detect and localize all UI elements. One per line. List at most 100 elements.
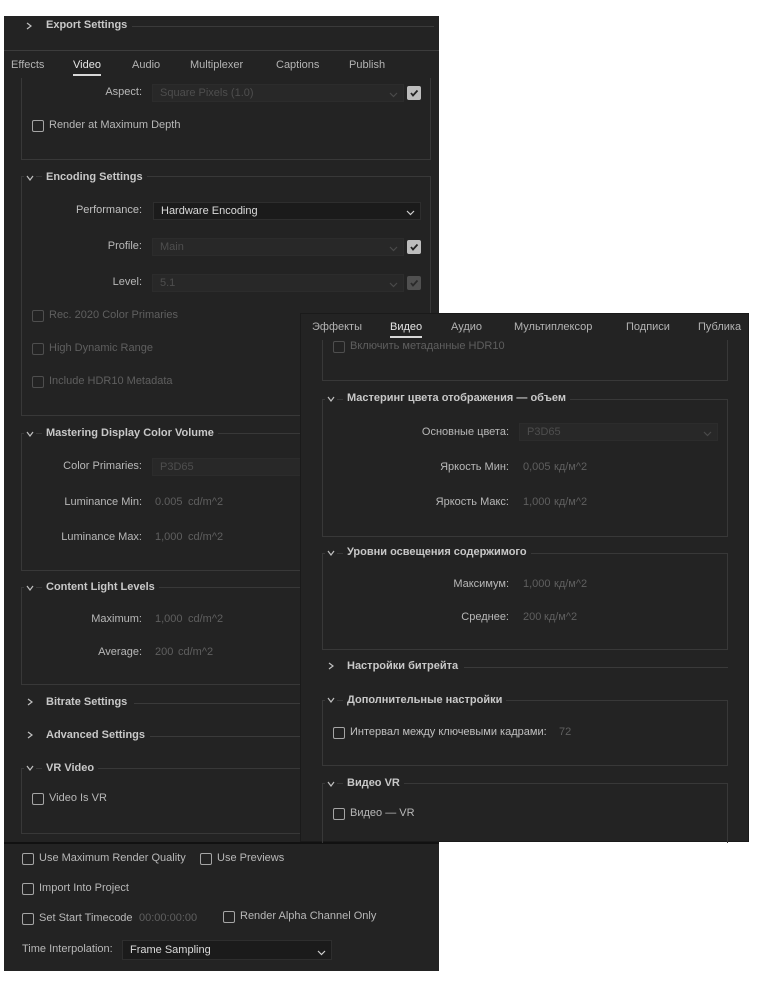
tab-bar: Effects Video Audio Multiplexer Captions…: [4, 52, 439, 78]
bitrate-settings-title[interactable]: Bitrate Settings: [46, 696, 127, 708]
tab-captions[interactable]: Captions: [276, 52, 319, 78]
lum-min-unit: кд/м^2: [554, 461, 588, 473]
performance-label: Performance:: [75, 204, 142, 216]
keyframe-interval-checkbox[interactable]: [333, 727, 345, 739]
average-value[interactable]: 200: [155, 646, 173, 658]
chevron-down-icon[interactable]: [24, 172, 36, 184]
content-light-title[interactable]: Content Light Levels: [42, 581, 159, 593]
tab-audio[interactable]: Аудио: [451, 314, 482, 340]
bitrate-settings-title[interactable]: Настройки битрейта: [347, 660, 458, 672]
vr-video-title[interactable]: VR Video: [42, 762, 99, 774]
set-start-tc-checkbox[interactable]: [22, 913, 34, 925]
chevron-down-icon[interactable]: [325, 547, 337, 559]
export-settings-title[interactable]: Export Settings: [46, 19, 127, 31]
profile-label: Profile:: [107, 240, 142, 252]
hdr10-checkbox[interactable]: [333, 341, 345, 353]
average-unit: кд/м^2: [544, 611, 578, 623]
maximum-value[interactable]: 1,000: [155, 613, 183, 625]
rec2020-label: Rec. 2020 Color Primaries: [49, 309, 178, 321]
tab-multiplexer[interactable]: Multiplexer: [190, 52, 243, 78]
average-label: Average:: [98, 646, 142, 658]
tab-multiplexer[interactable]: Мультиплексор: [514, 314, 592, 340]
lum-max-unit: кд/м^2: [554, 496, 588, 508]
video-vr-checkbox[interactable]: [333, 808, 345, 820]
render-alpha-checkbox[interactable]: [223, 911, 235, 923]
lum-min-value[interactable]: 0,005: [523, 461, 551, 473]
maximum-unit: cd/m^2: [188, 613, 224, 625]
video-is-vr-checkbox[interactable]: [32, 793, 44, 805]
use-max-quality-label: Use Maximum Render Quality: [39, 852, 186, 864]
chevron-down-icon[interactable]: [325, 393, 337, 405]
average-unit: cd/m^2: [178, 646, 214, 658]
chevron-down-icon: [317, 945, 326, 963]
tab-effects[interactable]: Effects: [11, 52, 44, 78]
tab-audio[interactable]: Audio: [132, 52, 160, 78]
chevron-down-icon[interactable]: [24, 582, 36, 594]
content-light-section: [322, 553, 728, 650]
advanced-settings-title[interactable]: Дополнительные настройки: [343, 694, 507, 706]
chevron-down-icon[interactable]: [24, 428, 36, 440]
chevron-down-icon: [389, 88, 398, 104]
tab-bar: Эффекты Видео Аудио Мультиплексор Подпис…: [301, 314, 748, 340]
use-max-quality-checkbox[interactable]: [22, 853, 34, 865]
render-max-depth-checkbox[interactable]: [32, 120, 44, 132]
use-previews-checkbox[interactable]: [200, 853, 212, 865]
profile-checkbox[interactable]: [407, 240, 421, 254]
lum-max-unit: cd/m^2: [188, 531, 224, 543]
vr-video-title[interactable]: Видео VR: [343, 777, 404, 789]
maximum-value[interactable]: 1,000: [523, 578, 551, 590]
render-max-depth-label: Render at Maximum Depth: [49, 119, 181, 131]
chevron-right-icon[interactable]: [24, 729, 36, 741]
chevron-right-icon[interactable]: [23, 20, 35, 32]
lum-max-value[interactable]: 1,000: [523, 496, 551, 508]
advanced-settings-title[interactable]: Advanced Settings: [46, 729, 145, 741]
tab-captions[interactable]: Подписи: [626, 314, 670, 340]
lum-max-label: Luminance Max:: [61, 531, 142, 543]
import-project-checkbox[interactable]: [22, 883, 34, 895]
encoding-settings-title[interactable]: Encoding Settings: [42, 171, 147, 183]
chevron-right-icon[interactable]: [24, 696, 36, 708]
tab-effects[interactable]: Эффекты: [312, 314, 362, 340]
lum-min-value[interactable]: 0.005: [155, 496, 183, 508]
primaries-select[interactable]: P3D65: [519, 423, 718, 441]
average-value[interactable]: 200: [523, 611, 541, 623]
chevron-down-icon: [703, 427, 712, 443]
chevron-down-icon[interactable]: [24, 762, 36, 774]
tab-video[interactable]: Video: [73, 52, 101, 78]
use-previews-label: Use Previews: [217, 852, 285, 864]
level-select[interactable]: 5.1: [152, 274, 404, 292]
chevron-down-icon: [389, 242, 398, 258]
tab-publish[interactable]: Publish: [349, 52, 385, 78]
tab-publish[interactable]: Публика: [698, 314, 741, 340]
rec2020-checkbox[interactable]: [32, 310, 44, 322]
mastering-title[interactable]: Мастеринг цвета отображения — объем: [343, 392, 570, 404]
lum-max-value[interactable]: 1,000: [155, 531, 183, 543]
average-label: Среднее:: [461, 611, 509, 623]
keyframe-interval-value[interactable]: 72: [559, 726, 571, 738]
video-vr-label: Видео — VR: [350, 807, 415, 819]
aspect-checkbox[interactable]: [407, 86, 421, 100]
lum-min-label: Яркость Мин:: [440, 461, 509, 473]
hdr10-label: Include HDR10 Metadata: [49, 375, 173, 387]
profile-select[interactable]: Main: [152, 238, 404, 256]
chevron-down-icon: [406, 206, 415, 222]
chevron-down-icon: [389, 278, 398, 294]
performance-select[interactable]: Hardware Encoding: [153, 202, 421, 220]
timecode-value[interactable]: 00:00:00:00: [139, 912, 197, 924]
chevron-right-icon[interactable]: [325, 660, 337, 672]
hdr10-checkbox[interactable]: [32, 376, 44, 388]
lum-min-label: Luminance Min:: [64, 496, 142, 508]
level-checkbox[interactable]: [407, 276, 421, 290]
content-light-title[interactable]: Уровни освещения содержимого: [343, 546, 531, 558]
time-interp-select[interactable]: Frame Sampling: [122, 940, 332, 960]
export-settings-panel-ru: Эффекты Видео Аудио Мультиплексор Подпис…: [301, 314, 748, 843]
tab-video[interactable]: Видео: [390, 314, 423, 340]
chevron-down-icon[interactable]: [325, 694, 337, 706]
maximum-unit: кд/м^2: [554, 578, 588, 590]
time-interp-label: Time Interpolation:: [22, 943, 113, 955]
maximum-label: Максимум:: [453, 578, 509, 590]
aspect-select[interactable]: Square Pixels (1.0): [152, 84, 404, 102]
mastering-title[interactable]: Mastering Display Color Volume: [42, 427, 218, 439]
chevron-down-icon[interactable]: [325, 778, 337, 790]
hdr-checkbox[interactable]: [32, 343, 44, 355]
